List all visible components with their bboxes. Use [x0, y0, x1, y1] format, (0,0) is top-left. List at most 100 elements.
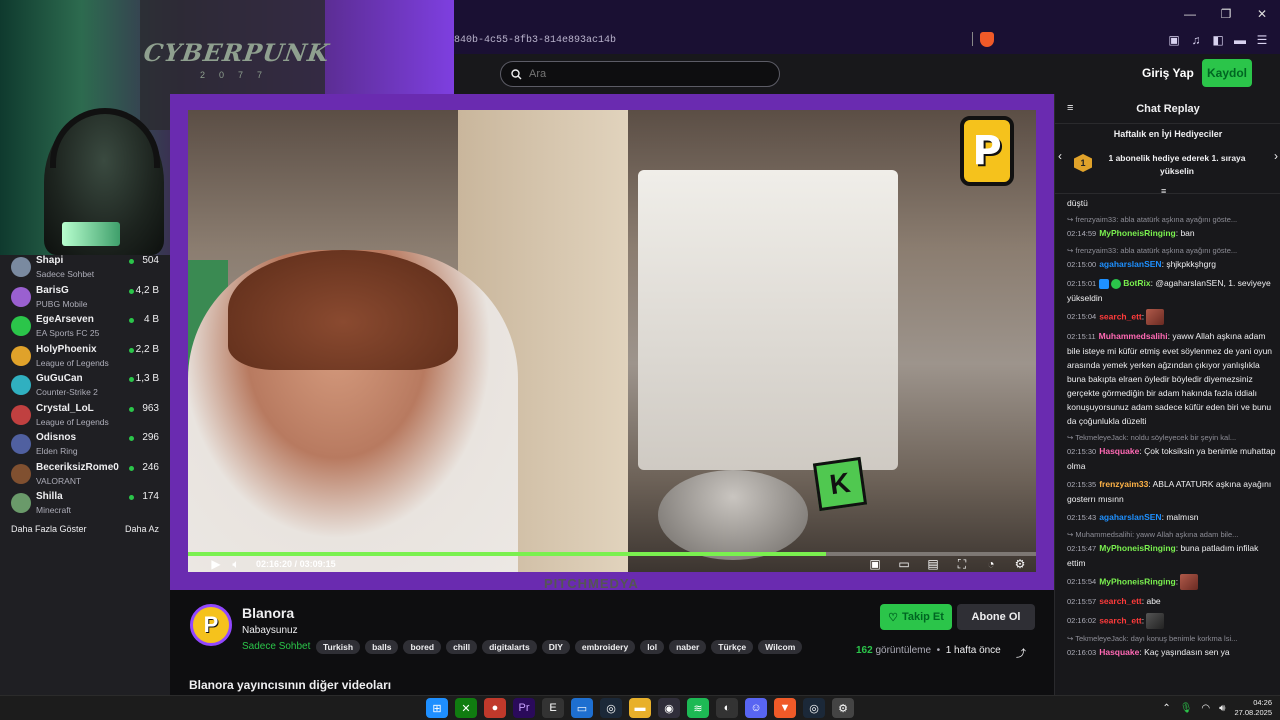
chat-username[interactable]: MyPhoneisRinging: [1099, 576, 1176, 586]
message-text: Kaç yaşındasın sen ya: [1144, 647, 1230, 657]
site-header: Giriş Yap Kaydol: [454, 54, 1280, 94]
wallet-icon[interactable]: ▬: [1232, 32, 1248, 48]
subscribe-button[interactable]: Abone Ol: [957, 604, 1035, 630]
sidebar-channel-game: Sadece Sohbet: [36, 269, 95, 279]
signup-button[interactable]: Kaydol: [1202, 59, 1252, 87]
chat-username[interactable]: search_ett: [1099, 596, 1142, 606]
chat-username[interactable]: BotRix: [1123, 278, 1150, 288]
chevron-right-icon[interactable]: ›: [1274, 149, 1278, 163]
sidebar-channel[interactable]: Shilla Minecraft 174: [0, 491, 170, 520]
tag-chip[interactable]: bored: [403, 640, 442, 654]
volume-icon[interactable]: 🔈︎: [226, 556, 246, 572]
chat-username[interactable]: MyPhoneisRinging: [1099, 543, 1176, 553]
channel-logo-badge: P: [960, 116, 1014, 186]
tag-chip[interactable]: chill: [446, 640, 478, 654]
spotify-icon[interactable]: ≋: [687, 698, 709, 718]
microphone-icon[interactable]: 🎙︎: [1180, 703, 1193, 714]
minimize-button[interactable]: —: [1172, 4, 1208, 24]
sidebar-channel-name: BarisG: [36, 284, 69, 296]
reply-text: frenzyaim33: abla atatürk aşkına ayağını…: [1075, 215, 1238, 224]
chat-message: düştü: [1067, 196, 1277, 210]
xbox-icon[interactable]: ✕: [455, 698, 477, 718]
clock[interactable]: 04:26 27.08.2025: [1234, 698, 1272, 718]
message-timestamp: 02:16:02: [1067, 616, 1097, 626]
search-box[interactable]: [500, 61, 780, 87]
chat-username[interactable]: Hasquake: [1099, 446, 1139, 456]
search-icon: [511, 68, 523, 80]
address-bar[interactable]: 840b-4c55-8fb3-814e893ac14b ▣ ♫ ◧ ▬ ☰: [454, 28, 1280, 52]
tray-expand-icon[interactable]: ⌃: [1162, 703, 1170, 714]
brave-shields-icon[interactable]: [980, 32, 994, 47]
fullscreen-icon[interactable]: ⛶: [952, 556, 972, 572]
epic-games-icon[interactable]: E: [542, 698, 564, 718]
premiere-icon[interactable]: Pr: [513, 698, 535, 718]
media-icon[interactable]: ♫: [1188, 32, 1204, 48]
chat-username[interactable]: frenzyaim33: [1099, 479, 1148, 489]
github-icon[interactable]: ◐: [716, 698, 738, 718]
live-dot-icon: [129, 377, 134, 382]
settings-gear-icon[interactable]: ⚙: [1010, 556, 1030, 572]
tag-chip[interactable]: Wilcom: [758, 640, 803, 654]
play-icon[interactable]: ▶: [206, 556, 226, 572]
steam-alt-icon[interactable]: ◎: [803, 698, 825, 718]
chat-username[interactable]: search_ett: [1099, 615, 1142, 625]
speaker-icon[interactable]: 🔊︎: [1219, 703, 1225, 714]
sidebar-channel[interactable]: Odisnos Elden Ring 296: [0, 432, 170, 461]
tag-chip[interactable]: Turkish: [316, 640, 361, 654]
chevron-left-icon[interactable]: ‹: [1058, 149, 1062, 163]
stream-category[interactable]: Sadece Sohbet: [242, 641, 310, 652]
sidebar-channel[interactable]: BeceriksizRome0 VALORANT 246: [0, 462, 170, 491]
maximize-button[interactable]: ❐: [1208, 4, 1244, 24]
close-window-button[interactable]: ✕: [1244, 4, 1280, 24]
tag-chip[interactable]: naber: [669, 640, 707, 654]
sidebar-channel[interactable]: EgeArseven EA Sports FC 25 4 B: [0, 314, 170, 343]
tag-chip[interactable]: DIY: [541, 640, 570, 654]
steam-icon[interactable]: ◎: [600, 698, 622, 718]
windows-start-icon[interactable]: ⊞: [426, 698, 448, 718]
url-text[interactable]: 840b-4c55-8fb3-814e893ac14b: [454, 35, 616, 46]
file-explorer-icon[interactable]: ▬: [629, 698, 651, 718]
game-app-icon[interactable]: ●: [484, 698, 506, 718]
clip-icon[interactable]: ▣: [865, 556, 885, 572]
sidebar-channel[interactable]: GuGuCan Counter-Strike 2 1,3 B: [0, 373, 170, 402]
extension-icon[interactable]: ▣: [1166, 32, 1182, 48]
sidebar-channel[interactable]: Shapi Sadece Sohbet 504: [0, 255, 170, 284]
settings-icon[interactable]: ⚙: [832, 698, 854, 718]
show-less-link[interactable]: Daha Az: [125, 524, 159, 534]
hamburger-menu-icon[interactable]: ☰: [1254, 32, 1270, 48]
discord-icon[interactable]: ☺: [745, 698, 767, 718]
chat-username[interactable]: MyPhoneisRinging: [1099, 228, 1176, 238]
obs-icon[interactable]: ◉: [658, 698, 680, 718]
sidebar-channel[interactable]: HolyPhoenix League of Legends 2,2 B: [0, 344, 170, 373]
sidebar-toggle-icon[interactable]: ◧: [1210, 32, 1226, 48]
share-icon[interactable]: ⤴: [1016, 645, 1026, 660]
brave-icon[interactable]: ▼: [774, 698, 796, 718]
chat-username[interactable]: agaharslanSEN: [1099, 512, 1161, 522]
wifi-icon[interactable]: ◠: [1201, 703, 1210, 714]
sidebar-channel[interactable]: BarisG PUBG Mobile 4,2 B: [0, 285, 170, 314]
video-player[interactable]: P K ▶ 🔈︎ 02:16:20 / 03:09:15 ▣ ▭ ▤ ⛶ ◔ ⚙…: [170, 94, 1054, 591]
tag-chip[interactable]: balls: [365, 640, 399, 654]
remote-desktop-icon[interactable]: ▭: [571, 698, 593, 718]
speed-icon[interactable]: ◔: [981, 556, 1001, 572]
tag-chip[interactable]: embroidery: [574, 640, 636, 654]
tag-chip[interactable]: lol: [640, 640, 665, 654]
collapse-panel-icon[interactable]: ≡: [1161, 186, 1166, 196]
login-button[interactable]: Giriş Yap: [1142, 66, 1194, 80]
show-more-link[interactable]: Daha Fazla Göster: [11, 524, 87, 534]
channel-name[interactable]: Blanora: [242, 605, 294, 621]
channel-avatar[interactable]: P: [190, 604, 232, 646]
chat-username[interactable]: agaharslanSEN: [1099, 259, 1161, 269]
tag-chip[interactable]: Türkçe: [711, 640, 754, 654]
chat-username[interactable]: Hasquake: [1099, 647, 1139, 657]
follow-button[interactable]: ♡ Takip Et: [880, 604, 952, 630]
search-input[interactable]: [529, 68, 749, 80]
tag-chip[interactable]: digitalarts: [482, 640, 537, 654]
theater-icon[interactable]: ▭: [894, 556, 914, 572]
sidebar-channel[interactable]: Crystal_LoL League of Legends 963: [0, 403, 170, 432]
video-frame[interactable]: P K ▶ 🔈︎ 02:16:20 / 03:09:15 ▣ ▭ ▤ ⛶ ◔ ⚙: [188, 110, 1036, 572]
chat-username[interactable]: search_ett: [1099, 311, 1142, 321]
chat-username[interactable]: Muhammedsalihi: [1099, 331, 1168, 341]
channel-avatar-small: [11, 404, 31, 425]
pip-icon[interactable]: ▤: [923, 556, 943, 572]
